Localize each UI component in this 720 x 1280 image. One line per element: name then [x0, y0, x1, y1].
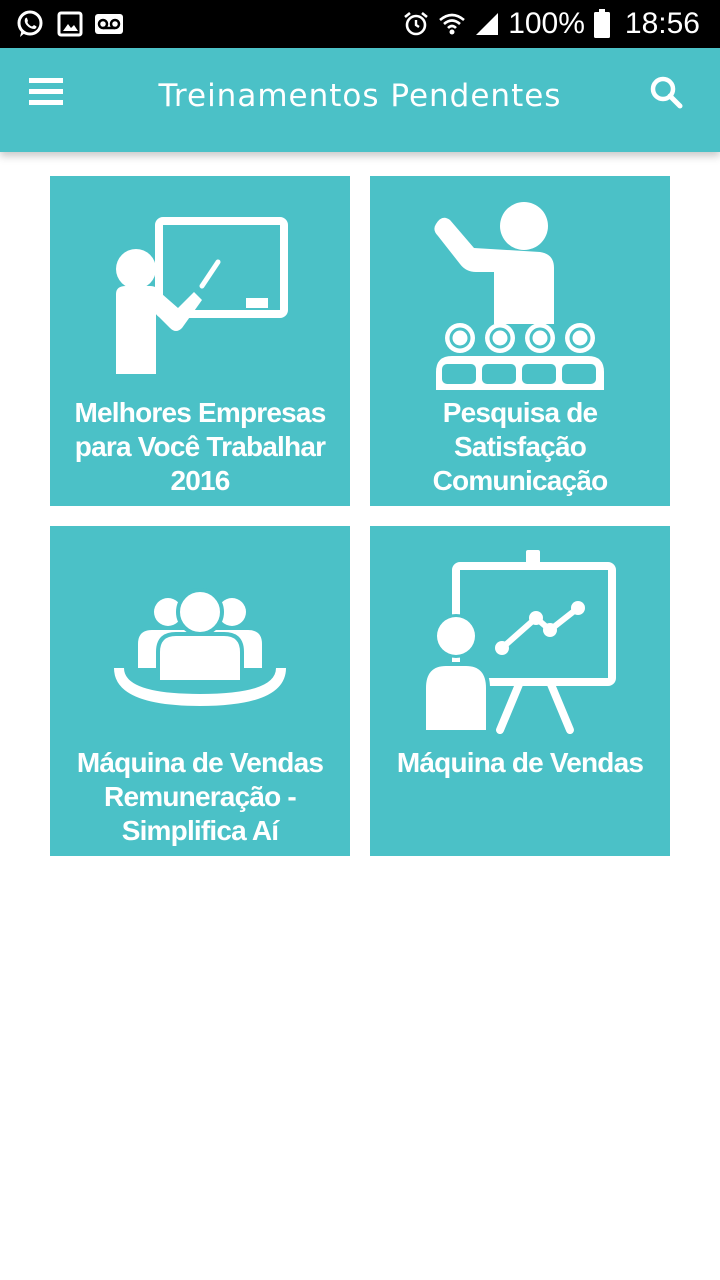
- training-title: Máquina de Vendas Remuneração - Simplifi…: [76, 747, 324, 846]
- image-icon: [56, 10, 84, 38]
- whatsapp-icon: [14, 8, 46, 40]
- app-bar: Treinamentos Pendentes: [0, 48, 720, 152]
- battery-percentage: 100%: [508, 7, 585, 40]
- training-card[interactable]: Máquina de Vendas Remuneração - Simplifi…: [50, 526, 350, 856]
- training-title: Melhores Empresas para Você Trabalhar 20…: [74, 397, 327, 496]
- meeting-group-icon: [50, 526, 350, 746]
- page-title: Treinamentos Pendentes: [158, 78, 562, 114]
- signal-icon: [474, 11, 500, 37]
- training-card[interactable]: Melhores Empresas para Você Trabalhar 20…: [50, 176, 350, 506]
- battery-icon: [593, 9, 611, 39]
- presenter-audience-icon: [370, 176, 670, 396]
- training-card[interactable]: Máquina de Vendas: [370, 526, 670, 856]
- alarm-icon: [402, 10, 430, 38]
- menu-button[interactable]: [22, 70, 70, 118]
- status-bar: 100% 18:56: [0, 0, 720, 48]
- training-title: Máquina de Vendas: [396, 747, 644, 778]
- teacher-whiteboard-icon: [50, 176, 350, 396]
- training-title: Pesquisa de Satisfação Comunicação: [432, 397, 609, 496]
- system-indicators: 100% 18:56: [402, 0, 700, 48]
- notification-icons: [14, 8, 124, 40]
- training-card[interactable]: Pesquisa de Satisfação Comunicação: [370, 176, 670, 506]
- voicemail-icon: [94, 13, 124, 35]
- menu-icon: [29, 76, 63, 113]
- clock: 18:56: [624, 7, 700, 40]
- presentation-chart-icon: [370, 526, 670, 746]
- search-icon: [648, 74, 684, 115]
- wifi-icon: [438, 11, 466, 37]
- trainings-grid: Melhores Empresas para Você Trabalhar 20…: [50, 176, 670, 856]
- search-button[interactable]: [642, 70, 690, 118]
